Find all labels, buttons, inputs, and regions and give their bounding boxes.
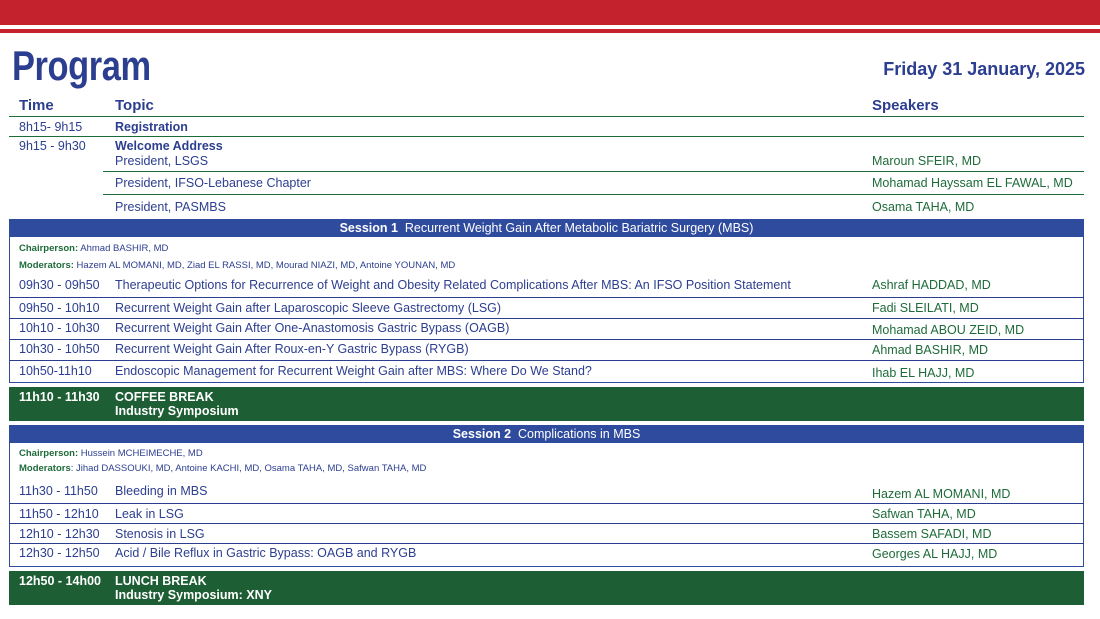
chair-name: Ahmad BASHIR, MD — [80, 243, 169, 254]
s1-row-speaker: Mohamad ABOU ZEID, MD — [872, 323, 1025, 337]
column-header-time: Time — [19, 97, 54, 114]
s1-row-time: 10h30 - 10h50 — [19, 342, 100, 356]
s2-row-topic: Leak in LSG — [115, 507, 184, 521]
welcome-item-topic: President, PASMBS — [115, 200, 226, 214]
session-1-header: Session 1 Recurrent Weight Gain After Me… — [9, 219, 1084, 237]
s1-row-topic: Recurrent Weight Gain after Laparoscopic… — [115, 301, 502, 315]
row-divider — [9, 339, 1084, 340]
column-header-topic: Topic — [115, 97, 154, 114]
s2-row-topic: Acid / Bile Reflux in Gastric Bypass: OA… — [115, 546, 417, 560]
program-date: Friday 31 January, 2025 — [883, 59, 1085, 79]
coffee-break-time: 11h10 - 11h30 — [19, 390, 100, 404]
registration-topic: Registration — [115, 120, 188, 134]
chair-label: Chairperson: — [19, 448, 79, 459]
row-divider — [103, 171, 1084, 172]
session-1-label: Session 1 — [339, 221, 398, 235]
welcome-item-topic: President, LSGS — [115, 154, 209, 168]
lunch-break-time: 12h50 - 14h00 — [19, 574, 101, 588]
coffee-break-title: COFFEE BREAK — [115, 390, 214, 404]
chair-name: Hussein MCHEIMECHE, MD — [80, 448, 203, 459]
row-divider — [9, 136, 1084, 137]
s1-row-topic: Recurrent Weight Gain After Roux-en-Y Ga… — [115, 342, 469, 356]
row-divider — [9, 503, 1084, 504]
s2-row-speaker: Georges AL HAJJ, MD — [872, 547, 998, 561]
session-2-header: Session 2 Complications in MBS — [9, 425, 1084, 443]
s1-row-topic: Endoscopic Management for Recurrent Weig… — [115, 364, 592, 378]
welcome-item-topic: President, IFSO-Lebanese Chapter — [115, 176, 311, 190]
s1-row-speaker: Ihab EL HAJJ, MD — [872, 366, 975, 380]
s1-row-time: 10h10 - 10h30 — [19, 321, 100, 335]
lunch-break-title: LUNCH BREAK — [115, 574, 207, 588]
moderators-label: Moderators — [19, 463, 71, 474]
s2-row-time: 12h10 - 12h30 — [19, 527, 100, 541]
s1-row-speaker: Fadi SLEILATI, MD — [872, 301, 979, 315]
registration-time: 8h15- 9h15 — [19, 120, 83, 134]
header-divider — [9, 116, 1084, 117]
column-header-speakers: Speakers — [872, 97, 939, 114]
lunch-break-subtitle: Industry Symposium: XNY — [115, 588, 272, 602]
s2-row-time: 11h50 - 12h10 — [19, 507, 99, 521]
row-divider — [9, 318, 1084, 319]
welcome-topic: Welcome Address — [115, 139, 223, 153]
welcome-item-speaker: Maroun SFEIR, MD — [872, 154, 982, 168]
row-divider — [9, 523, 1084, 524]
s2-row-time: 11h30 - 11h50 — [19, 484, 98, 498]
row-divider — [9, 360, 1084, 361]
s2-row-time: 12h30 - 12h50 — [19, 546, 100, 560]
top-red-stripe — [0, 29, 1100, 33]
session-2-label: Session 2 — [452, 427, 512, 441]
moderators-label: Moderators: — [19, 260, 74, 271]
session-1-title: Recurrent Weight Gain After Metabolic Ba… — [404, 221, 754, 235]
welcome-time: 9h15 - 9h30 — [19, 139, 86, 153]
s2-row-topic: Bleeding in MBS — [115, 484, 208, 498]
s1-row-time: 09h30 - 09h50 — [19, 278, 100, 292]
chair-label: Chairperson: — [19, 243, 79, 254]
row-divider — [9, 543, 1084, 544]
s2-row-speaker: Hazem AL MOMANI, MD — [872, 487, 1011, 501]
row-divider — [103, 194, 1084, 195]
s1-row-speaker: Ashraf HADDAD, MD — [872, 278, 991, 292]
s1-row-time: 09h50 - 10h10 — [19, 301, 100, 315]
row-divider — [9, 297, 1084, 298]
session-1-moderators: Moderators: Hazem AL MOMANI, MD, Ziad EL… — [19, 260, 455, 271]
s2-row-speaker: Bassem SAFADI, MD — [872, 527, 992, 541]
s1-row-topic: Therapeutic Options for Recurrence of We… — [115, 278, 791, 292]
s2-row-speaker: Safwan TAHA, MD — [872, 507, 976, 521]
s2-row-topic: Stenosis in LSG — [115, 527, 205, 541]
session-2-moderators: Moderators: Jihad DASSOUKI, MD, Antoine … — [19, 463, 426, 474]
top-red-bar — [0, 0, 1100, 25]
moderators-names: : Jihad DASSOUKI, MD, Antoine KACHI, MD,… — [70, 463, 427, 474]
moderators-names: Hazem AL MOMANI, MD, Ziad EL RASSI, MD, … — [76, 260, 456, 271]
coffee-break-subtitle: Industry Symposium — [115, 404, 239, 418]
session-2-chair: Chairperson: Hussein MCHEIMECHE, MD — [19, 448, 203, 459]
s1-row-speaker: Ahmad BASHIR, MD — [872, 343, 989, 357]
session-1-chair: Chairperson: Ahmad BASHIR, MD — [19, 243, 168, 254]
session-2-title: Complications in MBS — [518, 427, 641, 441]
page-title: Program — [12, 42, 151, 89]
welcome-item-speaker: Osama TAHA, MD — [872, 200, 975, 214]
s1-row-topic: Recurrent Weight Gain After One-Anastomo… — [115, 321, 510, 335]
s1-row-time: 10h50-11h10 — [19, 364, 92, 378]
welcome-item-speaker: Mohamad Hayssam EL FAWAL, MD — [872, 176, 1073, 190]
